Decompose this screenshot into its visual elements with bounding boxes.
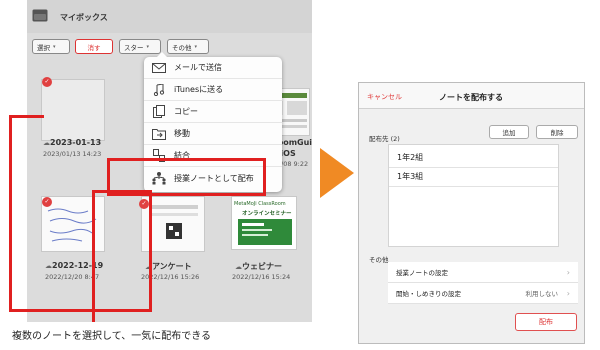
mybox-header: マイボックス bbox=[27, 0, 312, 33]
delete-button[interactable]: 消す bbox=[75, 39, 113, 54]
delete-label: 消す bbox=[87, 43, 101, 52]
list-item[interactable]: 1年3組 bbox=[397, 171, 423, 182]
start-deadline-settings-row[interactable]: 開始・しめきりの設定 利用しない › bbox=[388, 283, 578, 304]
cancel-button[interactable]: キャンセル bbox=[367, 92, 402, 102]
note-thumbnail[interactable]: MetaMoJi ClassRoom オンラインセミナー bbox=[231, 196, 297, 250]
move-icon bbox=[144, 127, 174, 140]
dialog-title: ノートを配布する bbox=[439, 93, 503, 102]
note-date: /08 9:22 bbox=[281, 160, 309, 168]
webinar-thumbnail-graphic bbox=[238, 219, 292, 245]
music-note-icon bbox=[144, 83, 174, 96]
chevron-down-icon: ▾ bbox=[194, 43, 198, 50]
other-label: その他 bbox=[172, 43, 192, 52]
chevron-down-icon: ▾ bbox=[53, 43, 56, 50]
distribute-dialog: キャンセル ノートを配布する 配布先 (2) 追加 削除 1年2組 1年3組 そ… bbox=[358, 82, 585, 344]
cloud-icon: ☁ bbox=[43, 139, 50, 147]
highlight-selection-left bbox=[9, 115, 44, 312]
box-icon bbox=[32, 9, 48, 22]
cloud-icon: ☁ bbox=[235, 263, 242, 271]
chevron-right-icon: › bbox=[566, 267, 570, 277]
row-label: 授業ノートの設定 bbox=[396, 269, 448, 277]
page-title: マイボックス bbox=[60, 13, 108, 22]
note-date: 2023/01/13 14:23 bbox=[43, 150, 102, 158]
class-note-settings-row[interactable]: 授業ノートの設定 › bbox=[388, 262, 578, 283]
highlight-selection-bottom bbox=[9, 309, 152, 312]
highlight-pointer-line bbox=[92, 309, 95, 322]
recipient-list: 1年2組 1年3組 bbox=[388, 144, 559, 247]
cloud-icon: ☁ bbox=[45, 262, 52, 270]
note-title: ☁2023-01-13 bbox=[43, 138, 102, 147]
star-label: スター bbox=[124, 43, 144, 52]
menu-item-label: メールで送信 bbox=[174, 63, 222, 72]
dialog-header: キャンセル ノートを配布する bbox=[359, 83, 584, 109]
menu-item-label: 移動 bbox=[174, 129, 190, 138]
chevron-down-icon: ▾ bbox=[146, 43, 150, 50]
chevron-right-icon: › bbox=[566, 288, 570, 298]
star-button[interactable]: スター ▾ bbox=[119, 39, 161, 54]
copy-icon bbox=[144, 105, 174, 118]
note-thumbnail[interactable] bbox=[41, 79, 105, 141]
other-button[interactable]: その他 ▾ bbox=[167, 39, 209, 54]
mail-icon bbox=[144, 62, 174, 73]
menu-item-mail[interactable]: メールで送信 bbox=[144, 57, 282, 79]
add-button[interactable]: 追加 bbox=[489, 125, 529, 139]
menu-item-label: コピー bbox=[174, 107, 198, 116]
distribute-button[interactable]: 配布 bbox=[515, 313, 577, 331]
row-value: 利用しない bbox=[525, 290, 559, 298]
caption-text: 複数のノートを選択して、一気に配布できる bbox=[12, 331, 211, 342]
checkmark-icon: ✓ bbox=[42, 77, 52, 87]
select-button[interactable]: 選択 ▾ bbox=[32, 39, 70, 54]
recipients-label: 配布先 (2) bbox=[369, 135, 400, 143]
menu-item-itunes[interactable]: iTunesに送る bbox=[144, 79, 282, 101]
select-label: 選択 bbox=[37, 43, 50, 52]
other-section-label: その他 bbox=[369, 256, 389, 264]
highlight-selection-right bbox=[92, 190, 152, 312]
divider bbox=[389, 186, 558, 187]
divider bbox=[389, 167, 558, 168]
note-date: 2022/12/16 15:24 bbox=[232, 273, 291, 281]
menu-item-label: iTunesに送る bbox=[174, 85, 224, 94]
note-title: ☁アンケート bbox=[145, 262, 192, 271]
arrow-right-icon bbox=[320, 148, 354, 198]
remove-button[interactable]: 削除 bbox=[536, 125, 578, 139]
list-item[interactable]: 1年2組 bbox=[397, 152, 423, 163]
menu-item-move[interactable]: 移動 bbox=[144, 123, 282, 145]
note-title: ☁ウェビナー bbox=[235, 262, 282, 271]
row-label: 開始・しめきりの設定 bbox=[396, 290, 461, 298]
menu-item-copy[interactable]: コピー bbox=[144, 101, 282, 123]
